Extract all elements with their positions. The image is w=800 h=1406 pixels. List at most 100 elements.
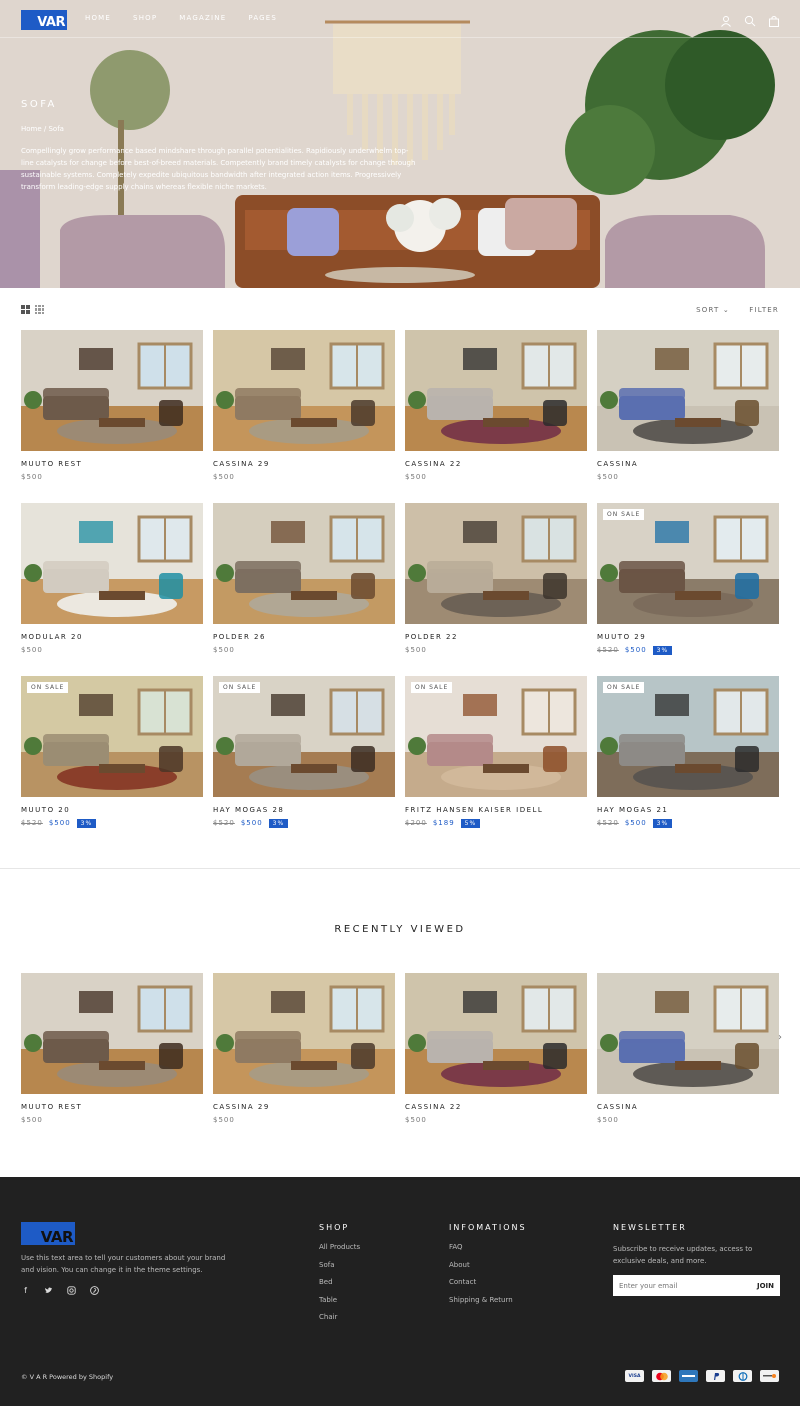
product-name[interactable]: HAY MOGAS 21	[597, 806, 779, 814]
diners-club-icon	[733, 1370, 752, 1382]
footer-link-all-products[interactable]: All Products	[319, 1243, 360, 1251]
footer-link-bed[interactable]: Bed	[319, 1278, 360, 1286]
page-title: SOFA	[21, 99, 57, 110]
facebook-icon[interactable]: f	[21, 1286, 30, 1295]
product-image[interactable]	[213, 973, 395, 1094]
footer-link-shipping[interactable]: Shipping & Return	[449, 1296, 527, 1304]
product-price: $500	[21, 472, 203, 482]
product-name[interactable]: MUUTO REST	[21, 1103, 203, 1111]
instagram-icon[interactable]	[67, 1286, 76, 1295]
product-price: $500	[213, 472, 395, 482]
product-name[interactable]: MUUTO 20	[21, 806, 203, 814]
product-photo	[597, 503, 779, 624]
product-image[interactable]	[597, 330, 779, 451]
current-price: $500	[405, 1116, 427, 1124]
footer-link-about[interactable]: About	[449, 1261, 527, 1269]
product-card[interactable]: CASSINA $500	[597, 973, 779, 1125]
product-photo	[213, 676, 395, 797]
nav-magazine[interactable]: MAGAZINE	[179, 14, 226, 22]
footer-link-chair[interactable]: Chair	[319, 1313, 360, 1321]
product-card[interactable]: CASSINA 22 $500	[405, 973, 587, 1125]
sort-dropdown[interactable]: SORT ⌄	[696, 306, 730, 314]
product-image[interactable]	[21, 973, 203, 1094]
product-card[interactable]: ON SALE HAY MOGAS 28 $520 $500 3%	[213, 676, 395, 828]
footer-link-sofa[interactable]: Sofa	[319, 1261, 360, 1269]
product-name[interactable]: MUUTO REST	[21, 460, 203, 468]
join-button[interactable]: JOIN	[757, 1275, 774, 1296]
product-card[interactable]: CASSINA $500	[597, 330, 779, 482]
product-name[interactable]: POLDER 22	[405, 633, 587, 641]
recently-viewed-title: RECENTLY VIEWED	[334, 924, 466, 935]
product-image[interactable]	[405, 330, 587, 451]
product-name[interactable]: CASSINA 22	[405, 460, 587, 468]
hero-banner: VAR HOME SHOP MAGAZINE PAGES SOFA Home /…	[0, 0, 800, 288]
footer-newsletter-column: NEWSLETTER Subscribe to receive updates,…	[613, 1223, 783, 1296]
cart-icon[interactable]	[768, 12, 780, 27]
product-image[interactable]: ON SALE	[21, 676, 203, 797]
product-name[interactable]: CASSINA	[597, 460, 779, 468]
footer-link-contact[interactable]: Contact	[449, 1278, 527, 1286]
discount-badge: 5%	[460, 818, 481, 828]
email-field[interactable]	[619, 1275, 739, 1296]
current-price: $500	[213, 473, 235, 481]
product-name[interactable]: FRITZ HANSEN KAISER IDELL	[405, 806, 587, 814]
product-image[interactable]	[213, 503, 395, 624]
product-card[interactable]: ON SALE HAY MOGAS 21 $520 $500 3%	[597, 676, 779, 828]
product-card[interactable]: ON SALE MUUTO 29 $520 $500 3%	[597, 503, 779, 655]
product-name[interactable]: CASSINA 22	[405, 1103, 587, 1111]
product-price: $520 $500 3%	[213, 818, 395, 828]
product-image[interactable]: ON SALE	[213, 676, 395, 797]
product-photo	[21, 973, 203, 1094]
twitter-icon[interactable]	[44, 1286, 53, 1295]
product-price: $500	[597, 472, 779, 482]
footer-link-faq[interactable]: FAQ	[449, 1243, 527, 1251]
product-card[interactable]: MUUTO REST $500	[21, 973, 203, 1125]
product-card[interactable]: CASSINA 29 $500	[213, 973, 395, 1125]
product-card[interactable]: CASSINA 29 $500	[213, 330, 395, 482]
product-image[interactable]: ON SALE	[597, 503, 779, 624]
current-price: $500	[624, 646, 647, 654]
current-price: $500	[21, 473, 43, 481]
product-name[interactable]: POLDER 26	[213, 633, 395, 641]
current-price: $500	[624, 819, 647, 827]
grid-3-icon[interactable]	[35, 305, 44, 314]
product-price: $500	[21, 1115, 203, 1125]
product-card[interactable]: MUUTO REST $500	[21, 330, 203, 482]
footer-logo[interactable]: VAR	[21, 1222, 75, 1245]
product-name[interactable]: CASSINA	[597, 1103, 779, 1111]
product-image[interactable]	[21, 503, 203, 624]
product-photo	[597, 973, 779, 1094]
product-name[interactable]: CASSINA 29	[213, 460, 395, 468]
nav-shop[interactable]: SHOP	[133, 14, 157, 22]
chevron-right-icon[interactable]: ›	[778, 1032, 782, 1043]
product-photo	[21, 676, 203, 797]
nav-pages[interactable]: PAGES	[248, 14, 277, 22]
product-image[interactable]	[597, 973, 779, 1094]
product-image[interactable]	[213, 330, 395, 451]
product-card[interactable]: ON SALE MUUTO 20 $520 $500 3%	[21, 676, 203, 828]
breadcrumb[interactable]: Home / Sofa	[21, 125, 64, 133]
product-card[interactable]: CASSINA 22 $500	[405, 330, 587, 482]
product-image[interactable]: ON SALE	[597, 676, 779, 797]
filter-button[interactable]: FILTER	[749, 306, 779, 314]
product-image[interactable]	[405, 503, 587, 624]
pinterest-icon[interactable]	[90, 1286, 99, 1295]
product-image[interactable]: ON SALE	[405, 676, 587, 797]
product-card[interactable]: ON SALE FRITZ HANSEN KAISER IDELL $200 $189…	[405, 676, 587, 828]
product-card[interactable]: POLDER 22 $500	[405, 503, 587, 655]
product-price: $500	[213, 645, 395, 655]
product-image[interactable]	[405, 973, 587, 1094]
footer-link-table[interactable]: Table	[319, 1296, 360, 1304]
search-icon[interactable]	[744, 12, 756, 27]
product-card[interactable]: POLDER 26 $500	[213, 503, 395, 655]
logo[interactable]: VAR	[21, 10, 67, 30]
grid-2-icon[interactable]	[21, 305, 30, 314]
nav-home[interactable]: HOME	[85, 14, 111, 22]
product-image[interactable]	[21, 330, 203, 451]
product-name[interactable]: CASSINA 29	[213, 1103, 395, 1111]
product-name[interactable]: HAY MOGAS 28	[213, 806, 395, 814]
account-icon[interactable]	[720, 12, 732, 27]
product-name[interactable]: MUUTO 29	[597, 633, 779, 641]
product-card[interactable]: MODULAR 20 $500	[21, 503, 203, 655]
product-name[interactable]: MODULAR 20	[21, 633, 203, 641]
